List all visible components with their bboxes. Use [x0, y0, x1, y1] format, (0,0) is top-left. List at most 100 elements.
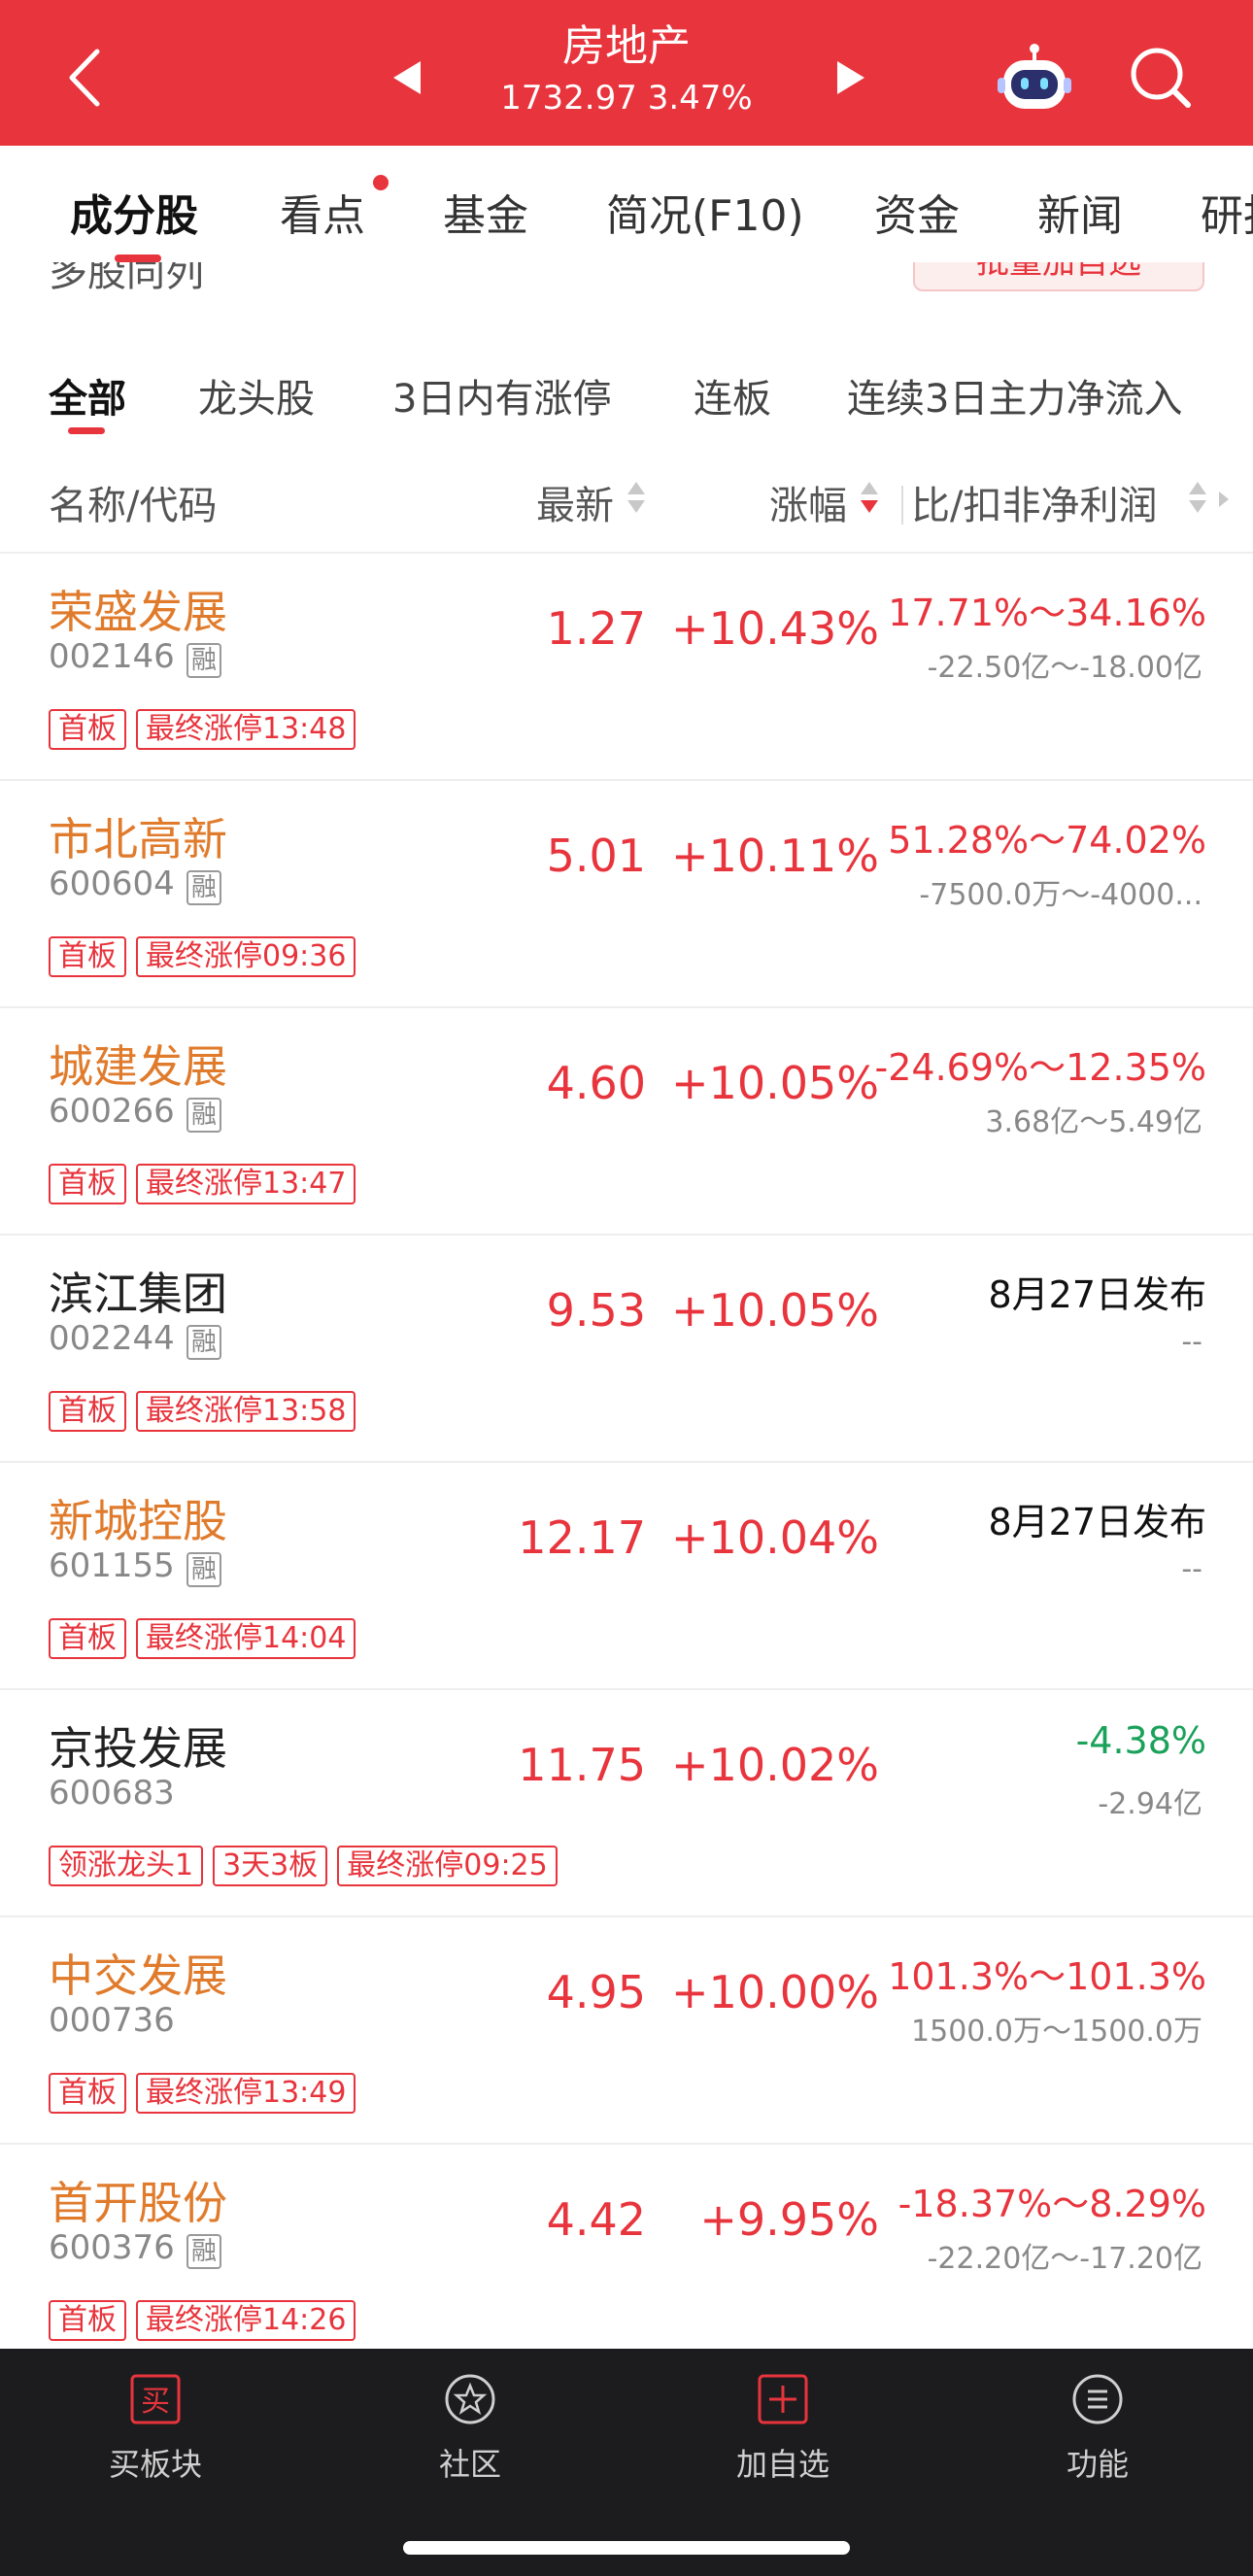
tag-list: 首板 最终涨停14:04	[49, 1618, 365, 1661]
stock-code: 002146	[49, 637, 175, 676]
nav-label: 加自选	[735, 2446, 830, 2483]
column-profit[interactable]: 比/扣非净利润	[911, 474, 1157, 530]
profit-range: --	[1181, 1552, 1202, 1586]
scroll-right-icon[interactable]	[1219, 491, 1229, 507]
multi-compare-button[interactable]: 多股同列	[49, 262, 204, 297]
index-value: 1732.97	[500, 79, 637, 118]
sort-latest-icon[interactable]	[626, 482, 647, 521]
tag-list: 首板 最终涨停09:36	[49, 936, 365, 979]
next-sector-icon[interactable]	[826, 53, 874, 102]
functions-button[interactable]: 功能	[1000, 2372, 1195, 2485]
tag-limit-up-time: 最终涨停13:49	[136, 2073, 356, 2114]
stock-change: +10.02%	[671, 1739, 879, 1791]
nav-label: 社区	[438, 2446, 501, 2483]
stock-name: 荣盛发展	[49, 586, 227, 638]
stock-price: 12.17	[518, 1511, 646, 1564]
stock-code: 601155	[49, 1546, 175, 1585]
stock-code: 002244	[49, 1319, 175, 1358]
stock-row[interactable]: 城建发展 600266 融 4.60 +10.05% -24.69%～12.35…	[0, 1008, 1253, 1236]
tag-list: 领涨龙头1 3天3板 最终涨停09:25	[49, 1846, 567, 1888]
tab-research[interactable]: 研报	[1201, 181, 1253, 243]
tab-funds[interactable]: 基金	[443, 181, 528, 243]
tag-leader: 领涨龙头1	[49, 1846, 204, 1886]
tag-limit-up-time: 最终涨停09:36	[136, 936, 356, 977]
stock-price: 4.60	[546, 1057, 646, 1109]
tag-limit-up-time: 最终涨停13:47	[136, 1164, 356, 1204]
tab-capital[interactable]: 资金	[874, 181, 960, 243]
stock-code: 600604	[49, 864, 175, 903]
stock-row[interactable]: 荣盛发展 002146 融 1.27 +10.43% 17.71%～34.16%…	[0, 554, 1253, 781]
sort-change-icon[interactable]	[859, 482, 880, 521]
bottom-action-bar: 买 买板块 社区 加自选 功能	[0, 2349, 1253, 2576]
tab-f10-overview[interactable]: 简况(F10)	[606, 181, 804, 243]
stock-name: 京投发展	[49, 1722, 227, 1775]
filter-tab-bar: 全部 龙头股 3日内有涨停 连板 连续3日主力净流入	[0, 350, 1253, 437]
margin-trading-badge: 融	[186, 643, 221, 678]
tab-constituents[interactable]: 成分股	[70, 181, 198, 243]
ai-assistant-robot-icon[interactable]	[996, 41, 1073, 119]
batch-add-watchlist-button[interactable]: 批量加自选	[913, 262, 1204, 291]
tab-highlights[interactable]: 看点	[280, 181, 365, 243]
filter-consecutive-boards[interactable]: 连板	[694, 367, 771, 424]
filter-limit-up-3d[interactable]: 3日内有涨停	[392, 367, 611, 424]
home-indicator[interactable]	[403, 2541, 850, 2555]
community-button[interactable]: 社区	[373, 2372, 567, 2485]
stock-change: +10.05%	[671, 1284, 879, 1337]
margin-trading-badge: 融	[186, 2234, 221, 2269]
stock-row[interactable]: 中交发展 000736 4.95 +10.00% 101.3%～101.3% 1…	[0, 1917, 1253, 2145]
stock-row[interactable]: 首开股份 600376 融 4.42 +9.95% -18.37%～8.29% …	[0, 2145, 1253, 2372]
buy-icon: 买	[130, 2374, 181, 2424]
filter-net-inflow-3d[interactable]: 连续3日主力净流入	[847, 367, 1182, 424]
profit-range: -7500.0万～-4000...	[919, 878, 1202, 912]
tag-list: 首板 最终涨停13:49	[49, 2073, 365, 2116]
margin-trading-badge: 融	[186, 870, 221, 905]
stock-change: +10.00%	[671, 1966, 879, 2018]
stock-change: +10.05%	[671, 1057, 879, 1109]
tag-consecutive-boards: 3天3板	[213, 1846, 328, 1886]
stock-code: 600683	[49, 1774, 175, 1813]
buy-sector-button[interactable]: 买 买板块	[58, 2372, 253, 2485]
stock-change: +10.11%	[671, 830, 879, 882]
active-filter-indicator	[68, 427, 105, 434]
tag-first-board: 首板	[49, 1164, 126, 1204]
profit-range: 3.68亿～5.49亿	[985, 1105, 1202, 1139]
search-icon[interactable]	[1127, 44, 1195, 112]
stock-row[interactable]: 京投发展 600683 11.75 +10.02% -4.38% -2.94亿 …	[0, 1690, 1253, 1917]
stock-price: 11.75	[518, 1739, 646, 1791]
sort-profit-icon[interactable]	[1187, 482, 1208, 521]
filter-leaders[interactable]: 龙头股	[198, 367, 315, 424]
stock-name: 滨江集团	[49, 1268, 227, 1320]
new-content-dot	[373, 175, 389, 190]
tag-list: 首板 最终涨停13:48	[49, 709, 365, 752]
tag-first-board: 首板	[49, 2300, 126, 2341]
tag-first-board: 首板	[49, 709, 126, 750]
tag-list: 首板 最终涨停14:26	[49, 2300, 365, 2343]
stock-row[interactable]: 新城控股 601155 融 12.17 +10.04% 8月27日发布 -- 首…	[0, 1463, 1253, 1690]
column-header-row: 名称/代码 最新 涨幅 比/扣非净利润	[0, 457, 1253, 554]
stock-change: +9.95%	[699, 2193, 879, 2246]
column-latest[interactable]: 最新	[536, 474, 614, 530]
svg-text:买: 买	[141, 2385, 170, 2419]
stock-row[interactable]: 市北高新 600604 融 5.01 +10.11% 51.28%～74.02%…	[0, 781, 1253, 1008]
tab-news[interactable]: 新闻	[1037, 181, 1123, 243]
tag-limit-up-time: 最终涨停14:26	[136, 2300, 356, 2341]
stock-name: 首开股份	[49, 2177, 227, 2229]
stock-change: +10.43%	[671, 602, 879, 655]
stock-price: 5.01	[546, 830, 646, 882]
stock-price: 1.27	[546, 602, 646, 655]
add-watchlist-icon	[758, 2374, 808, 2424]
stock-code: 600266	[49, 1092, 175, 1131]
stock-row[interactable]: 滨江集团 002244 融 9.53 +10.05% 8月27日发布 -- 首板…	[0, 1236, 1253, 1463]
profit-forecast: 17.71%～34.16%	[888, 592, 1206, 634]
add-watchlist-button[interactable]: 加自选	[686, 2372, 880, 2485]
main-tab-bar: 成分股 看点 基金 简况(F10) 资金 新闻 研报	[0, 146, 1253, 262]
nav-label: 功能	[1066, 2446, 1129, 2483]
tag-list: 首板 最终涨停13:47	[49, 1164, 365, 1206]
stock-price: 9.53	[546, 1284, 646, 1337]
toolbar-row: 多股同列 批量加自选	[0, 262, 1253, 311]
filter-all[interactable]: 全部	[49, 367, 126, 424]
margin-trading-badge: 融	[186, 1325, 221, 1360]
margin-trading-badge: 融	[186, 1098, 221, 1133]
margin-trading-badge: 融	[186, 1552, 221, 1587]
column-change[interactable]: 涨幅	[769, 474, 847, 530]
